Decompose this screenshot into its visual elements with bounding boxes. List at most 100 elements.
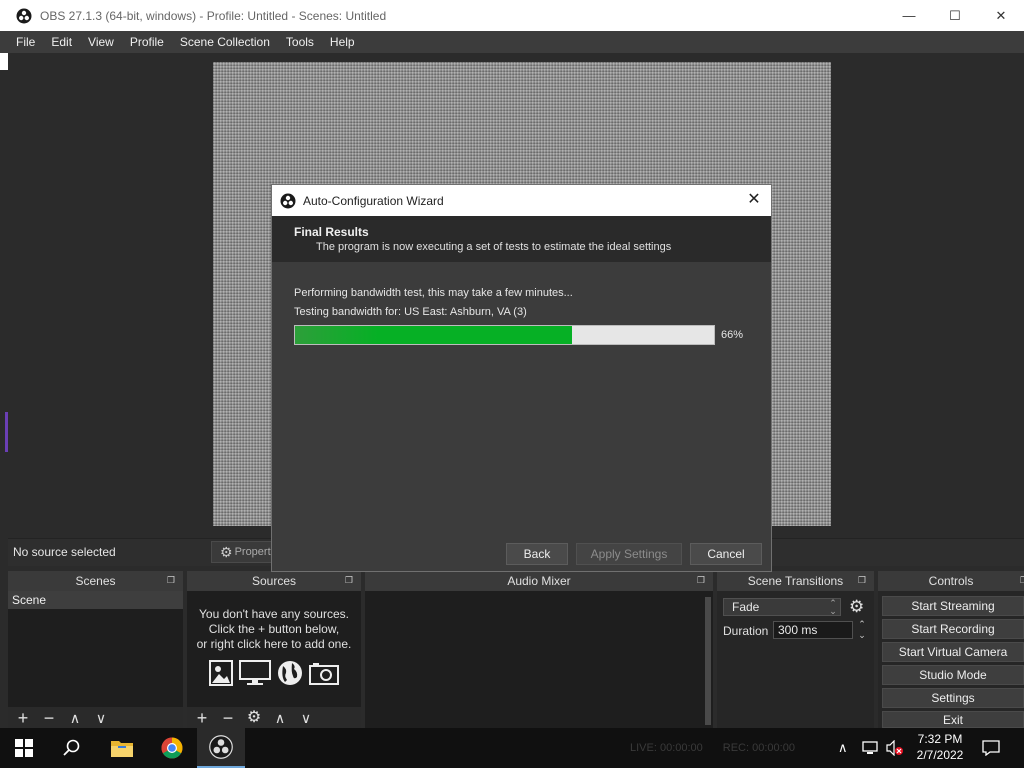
list-item[interactable]: Scene: [8, 591, 183, 609]
no-source-label: No source selected: [13, 545, 116, 559]
dialog-heading: Final Results: [294, 225, 369, 239]
move-up-icon[interactable]: ∧: [66, 709, 84, 727]
transition-select-value: Fade: [732, 600, 760, 614]
windows-start-icon[interactable]: [0, 728, 48, 768]
audio-mixer-header: Audio Mixer ❐: [365, 571, 713, 591]
tray-overflow-icon[interactable]: ∧: [838, 728, 848, 768]
move-up-icon[interactable]: ∧: [271, 709, 289, 727]
camera-icon: [309, 663, 339, 685]
menu-help[interactable]: Help: [322, 35, 363, 49]
dialog-title-bar: Auto-Configuration Wizard ✕: [272, 185, 771, 216]
menu-edit[interactable]: Edit: [43, 35, 80, 49]
scenes-dock: Scenes ❐ Scene + − ∧ ∨: [8, 571, 183, 729]
clock-time: 7:32 PM: [917, 732, 963, 746]
maximize-icon[interactable]: ☐: [932, 0, 978, 31]
globe-icon: [278, 661, 302, 685]
start-virtual-camera-button[interactable]: Start Virtual Camera: [882, 642, 1024, 662]
controls-title: Controls: [928, 574, 974, 588]
properties-button[interactable]: ⚙ Propert: [211, 541, 273, 563]
menu-profile[interactable]: Profile: [122, 35, 172, 49]
bandwidth-test-server: Testing bandwidth for: US East: Ashburn,…: [294, 306, 527, 318]
undock-icon[interactable]: ❐: [1020, 575, 1024, 586]
auto-config-wizard-dialog: Auto-Configuration Wizard ✕ Final Result…: [271, 184, 772, 572]
sources-dock-header: Sources ❐: [187, 571, 361, 591]
cancel-button[interactable]: Cancel: [690, 543, 762, 565]
gear-icon[interactable]: ⚙: [245, 709, 263, 727]
sources-dock-title: Sources: [251, 574, 297, 588]
window-edge-accent: [5, 412, 8, 452]
obs-logo-icon: [16, 8, 32, 23]
exit-button[interactable]: Exit: [882, 711, 1024, 728]
controls-dock: Controls ❐ Start Streaming Start Recordi…: [878, 571, 1024, 729]
transition-select[interactable]: Fade ⌃ ⌄: [723, 598, 841, 616]
no-sources-message: You don't have any sources. Click the + …: [187, 591, 361, 686]
image-icon: [209, 660, 233, 686]
gear-icon[interactable]: ⚙: [849, 597, 864, 617]
menu-file[interactable]: File: [0, 35, 43, 49]
studio-mode-button[interactable]: Studio Mode: [882, 665, 1024, 685]
scenes-dock-header: Scenes ❐: [8, 571, 183, 591]
scenes-dock-title: Scenes: [75, 574, 116, 588]
sources-footer: + − ⚙ ∧ ∨: [187, 707, 361, 729]
scene-transitions-title: Scene Transitions: [747, 574, 844, 588]
obs-status-bar: LIVE: 00:00:00 REC: 00:00:00: [630, 742, 795, 754]
audio-mixer-title: Audio Mixer: [507, 574, 571, 588]
add-icon[interactable]: +: [193, 709, 211, 727]
undock-icon[interactable]: ❐: [697, 575, 705, 586]
close-icon[interactable]: ✕: [978, 0, 1024, 31]
window-title: OBS 27.1.3 (64-bit, windows) - Profile: …: [40, 8, 387, 23]
start-recording-button[interactable]: Start Recording: [882, 619, 1024, 639]
volume-muted-icon[interactable]: [886, 728, 904, 768]
close-icon[interactable]: ✕: [745, 191, 763, 209]
clock-date: 2/7/2022: [916, 748, 964, 762]
menu-bar: File Edit View Profile Scene Collection …: [0, 31, 1024, 53]
undock-icon[interactable]: ❐: [858, 575, 866, 586]
remove-icon[interactable]: −: [219, 709, 237, 727]
file-explorer-icon[interactable]: [98, 728, 146, 768]
chrome-icon[interactable]: [148, 728, 196, 768]
dialog-title: Auto-Configuration Wizard: [303, 193, 444, 208]
no-sources-line-3: or right click here to add one.: [196, 637, 352, 651]
minimize-icon[interactable]: —: [886, 0, 932, 31]
duration-field[interactable]: 300 ms: [773, 621, 853, 639]
scenes-list[interactable]: Scene: [8, 591, 183, 707]
sources-list[interactable]: You don't have any sources. Click the + …: [187, 591, 361, 707]
controls-header: Controls ❐: [878, 571, 1024, 591]
no-sources-line-2: Click the + button below,: [208, 622, 340, 636]
duration-stepper[interactable]: ⌃ ⌄: [855, 619, 869, 641]
settings-button[interactable]: Settings: [882, 688, 1024, 708]
search-icon[interactable]: [48, 728, 96, 768]
move-down-icon[interactable]: ∨: [92, 709, 110, 727]
dialog-subheading: The program is now executing a set of te…: [316, 241, 672, 253]
audio-mixer-area: [365, 591, 713, 729]
remove-icon[interactable]: −: [40, 709, 58, 727]
add-icon[interactable]: +: [14, 709, 32, 727]
dialog-body: Performing bandwidth test, this may take…: [272, 262, 771, 345]
menu-view[interactable]: View: [80, 35, 122, 49]
back-button[interactable]: Back: [506, 543, 568, 565]
start-streaming-button[interactable]: Start Streaming: [882, 596, 1024, 616]
notifications-icon[interactable]: [982, 728, 1000, 768]
gear-icon: ⚙: [220, 543, 233, 560]
audio-mixer-dock: Audio Mixer ❐: [365, 571, 713, 729]
duration-label: Duration: [723, 624, 769, 638]
obs-taskbar-icon[interactable]: [197, 728, 245, 768]
scene-transitions-dock: Scene Transitions ❐ Fade ⌃ ⌄ ⚙ Duration 3…: [717, 571, 874, 729]
scenes-footer: + − ∧ ∨: [8, 707, 183, 729]
undock-icon[interactable]: ❐: [167, 575, 175, 586]
mixer-scrollbar[interactable]: [705, 597, 711, 725]
apply-settings-button[interactable]: Apply Settings: [576, 543, 682, 565]
properties-label: Propert: [234, 546, 271, 558]
network-icon[interactable]: [862, 728, 878, 768]
window-title-bar: OBS 27.1.3 (64-bit, windows) - Profile: …: [0, 0, 1024, 31]
progress-percent: 66%: [721, 329, 744, 341]
sources-dock: Sources ❐ You don't have any sources. Cl…: [187, 571, 361, 729]
undock-icon[interactable]: ❐: [345, 575, 353, 586]
move-down-icon[interactable]: ∨: [297, 709, 315, 727]
chevron-updown-icon: ⌃ ⌄: [829, 598, 837, 616]
taskbar-clock[interactable]: 7:32 PM 2/7/2022: [906, 731, 974, 763]
menu-scene-collection[interactable]: Scene Collection: [172, 35, 278, 49]
rec-status: REC: 00:00:00: [722, 742, 795, 754]
menu-tools[interactable]: Tools: [278, 35, 322, 49]
live-status: LIVE: 00:00:00: [630, 742, 703, 754]
